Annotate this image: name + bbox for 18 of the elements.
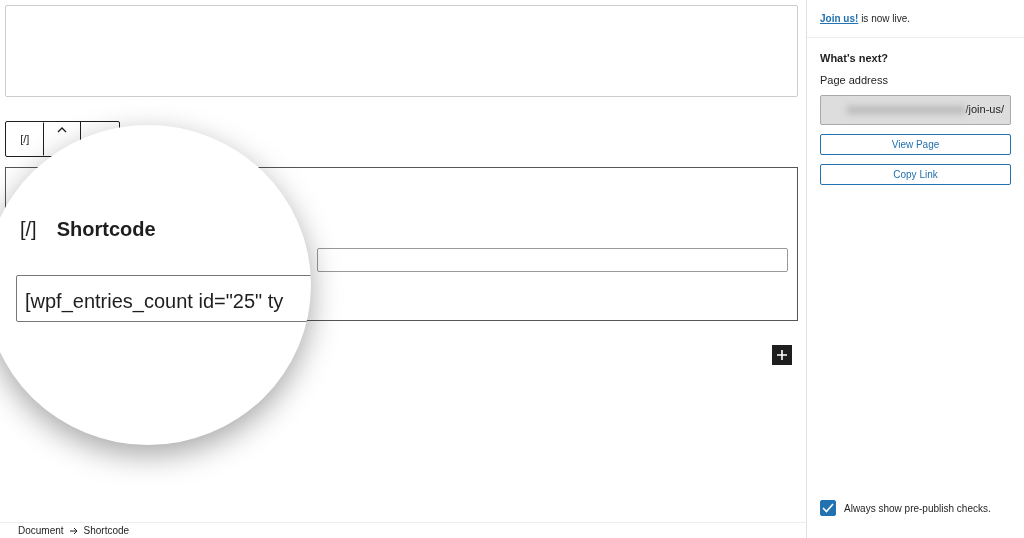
block-title: Shortcode <box>56 217 156 242</box>
checkbox[interactable] <box>820 500 836 516</box>
shortcode-field[interactable]: [wpf_entries_count id="25" ty <box>16 275 311 322</box>
breadcrumb-link[interactable]: Document <box>18 523 64 538</box>
shortcode-field[interactable] <box>317 248 788 272</box>
page-link[interactable]: Join us! <box>820 13 859 24</box>
block-icon: [/] <box>20 214 37 244</box>
plus-icon <box>777 350 787 360</box>
outline-button[interactable]: Copy Link <box>820 163 1011 185</box>
add-block-button[interactable] <box>772 345 792 365</box>
section-heading: What's next? <box>820 51 889 66</box>
breadcrumb-link[interactable]: Shortcode <box>83 523 130 538</box>
address-field[interactable]: /join-us/ <box>820 94 1011 125</box>
outline-button[interactable]: View Page <box>820 133 1011 155</box>
field-label: Page address <box>820 73 889 88</box>
checkbox-label: Always show pre-publish checks. <box>844 501 991 516</box>
notice-text: is now live. <box>861 13 911 24</box>
arrow-icon <box>69 526 78 535</box>
